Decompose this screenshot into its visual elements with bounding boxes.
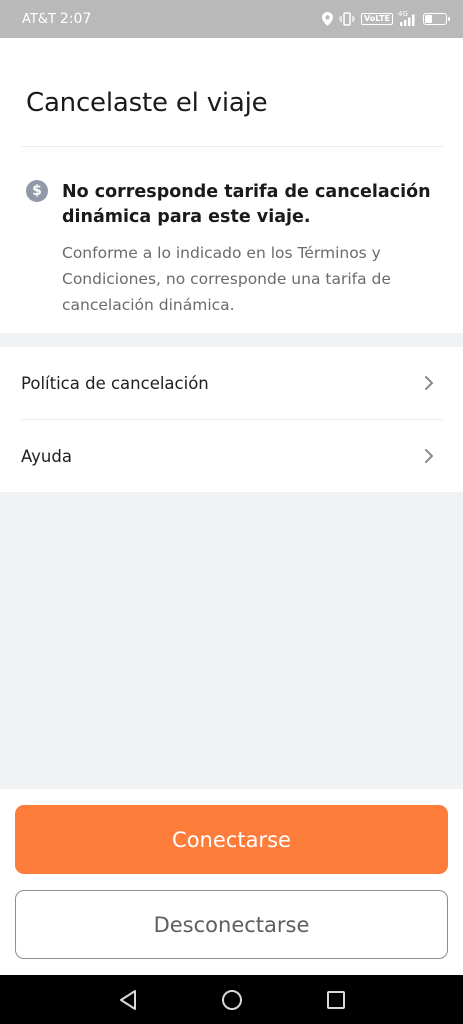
bottom-actions: Conectarse Desconectarse xyxy=(0,789,463,975)
volte-icon: VoLTE xyxy=(361,13,393,25)
menu-item-cancellation-policy[interactable]: Política de cancelación xyxy=(0,347,463,419)
recents-icon[interactable] xyxy=(324,988,348,1012)
vibrate-icon xyxy=(339,12,356,26)
menu-item-help[interactable]: Ayuda xyxy=(0,420,463,492)
dollar-icon: $ xyxy=(26,180,48,202)
battery-icon xyxy=(423,13,450,25)
menu-item-label: Política de cancelación xyxy=(21,373,209,393)
menu-item-label: Ayuda xyxy=(21,446,72,466)
page-title: Cancelaste el viaje xyxy=(26,88,268,118)
home-icon[interactable] xyxy=(220,988,244,1012)
notice-title: No corresponde tarifa de cancelación din… xyxy=(62,182,431,227)
network-type: 4G xyxy=(398,9,408,18)
clock: 2:07 xyxy=(59,11,92,27)
status-left: AT&T 2:07 xyxy=(22,11,91,27)
cancellation-fee-notice: $ No corresponde tarifa de cancelación d… xyxy=(26,180,443,318)
chevron-right-icon xyxy=(423,448,435,464)
divider xyxy=(22,146,443,147)
navigation-bar xyxy=(0,975,463,1024)
status-bar: AT&T 2:07 VoLTE 4G xyxy=(0,0,463,38)
connect-button[interactable]: Conectarse xyxy=(15,805,448,874)
location-icon xyxy=(322,12,334,26)
options-list: Política de cancelación Ayuda xyxy=(0,347,463,492)
notice-text: No corresponde tarifa de cancelación din… xyxy=(62,180,443,318)
cancellation-summary-card: Cancelaste el viaje $ No corresponde tar… xyxy=(0,38,463,333)
disconnect-button[interactable]: Desconectarse xyxy=(15,890,448,959)
chevron-right-icon xyxy=(423,375,435,391)
notice-body: Conforme a lo indicado en los Términos y… xyxy=(62,244,391,314)
status-icons: VoLTE 4G xyxy=(322,9,450,26)
carrier-label: AT&T xyxy=(22,11,56,27)
signal-icon: 4G xyxy=(398,9,417,26)
back-icon[interactable] xyxy=(116,988,140,1012)
